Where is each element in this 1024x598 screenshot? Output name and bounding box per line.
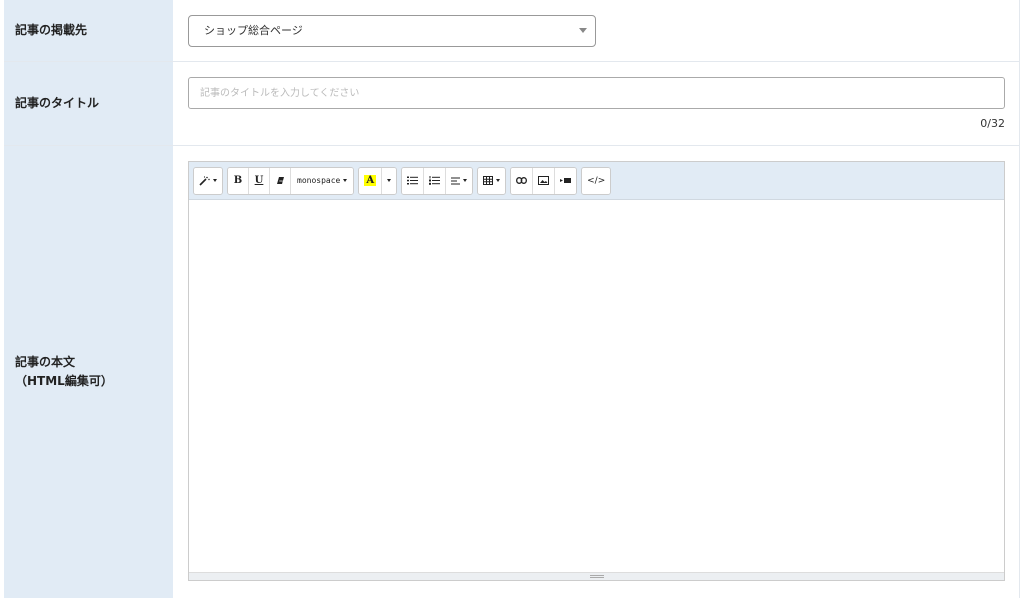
editor-toolbar: B U monospace A </> (189, 162, 1004, 200)
text-color-letter: A (364, 175, 377, 186)
body-label: 記事の本文 （HTML編集可） (4, 146, 173, 598)
align-icon (451, 177, 461, 185)
grip-icon (589, 575, 604, 578)
placement-select[interactable]: ショップ総合ページ (188, 15, 596, 47)
insert-group (510, 166, 578, 195)
align-dropdown-button[interactable] (446, 167, 473, 194)
font-style-group: B U monospace (227, 166, 355, 195)
color-group: A (358, 166, 398, 195)
article-form: 記事の掲載先 ショップ総合ページ 記事のタイトル 0/32 記事の本文 （HTM… (0, 0, 1024, 598)
insert-image-button[interactable] (533, 167, 556, 194)
video-icon (560, 177, 572, 184)
row-body: 記事の本文 （HTML編集可） B U monospace A </> (4, 146, 1020, 598)
insert-link-button[interactable] (511, 167, 534, 194)
table-group (477, 166, 507, 195)
body-label-line2: （HTML編集可） (15, 374, 113, 388)
title-label: 記事のタイトル (4, 62, 173, 145)
magic-wand-icon (199, 175, 210, 186)
eraser-icon (276, 176, 285, 185)
font-family-dropdown[interactable]: monospace (291, 167, 354, 194)
caret-down-icon (579, 28, 587, 33)
editor-content-area[interactable] (189, 200, 1004, 572)
ordered-list-icon (429, 176, 441, 185)
title-char-counter: 0/32 (980, 117, 1005, 130)
image-icon (538, 176, 550, 185)
clear-format-button[interactable] (270, 167, 291, 194)
paragraph-group (401, 166, 474, 195)
row-placement: 記事の掲載先 ショップ総合ページ (4, 0, 1020, 62)
color-dropdown-button[interactable] (382, 167, 397, 194)
text-color-button[interactable]: A (359, 167, 383, 194)
font-family-label: monospace (297, 176, 341, 185)
title-input[interactable] (188, 77, 1005, 109)
rich-text-editor: B U monospace A </> (188, 161, 1005, 581)
bold-button[interactable]: B (228, 167, 249, 194)
underline-button[interactable]: U (249, 167, 270, 194)
placement-field: ショップ総合ページ (173, 0, 1020, 61)
unordered-list-button[interactable] (402, 167, 425, 194)
insert-video-button[interactable] (555, 167, 577, 194)
row-title: 記事のタイトル 0/32 (4, 62, 1020, 146)
table-icon (483, 176, 494, 185)
link-icon (516, 177, 528, 184)
code-view-button[interactable]: </> (582, 167, 611, 194)
ordered-list-button[interactable] (424, 167, 447, 194)
style-group (193, 166, 223, 195)
placement-label: 記事の掲載先 (4, 0, 173, 61)
body-field: B U monospace A </> (173, 146, 1020, 598)
table-dropdown-button[interactable] (478, 167, 506, 194)
style-button[interactable] (194, 167, 222, 194)
title-field: 0/32 (173, 62, 1020, 145)
placement-selected-value: ショップ総合ページ (204, 24, 303, 37)
unordered-list-icon (407, 176, 419, 185)
code-group: </> (581, 166, 612, 195)
body-label-line1: 記事の本文 (15, 355, 76, 369)
editor-resize-handle[interactable] (189, 572, 1004, 580)
